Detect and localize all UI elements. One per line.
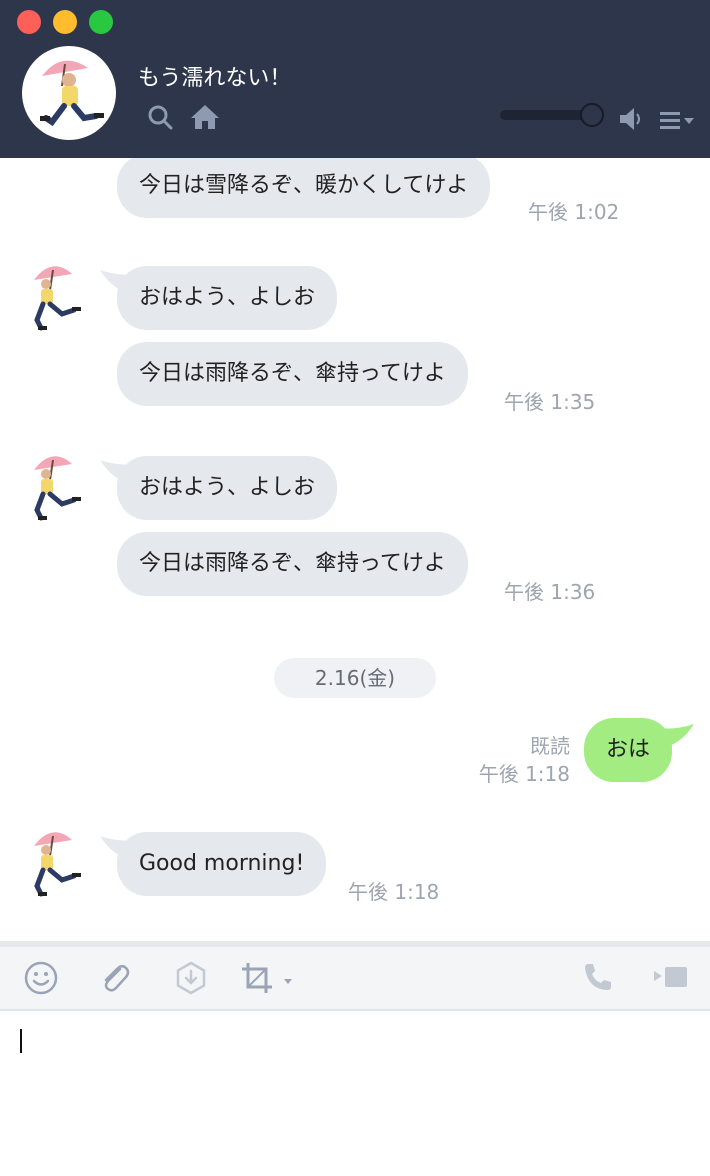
chat-title: もう濡れない！ bbox=[138, 66, 292, 91]
message-bubble: 今日は雨降るぞ、傘持ってけよ bbox=[117, 532, 468, 596]
chat-header: もう濡れない！ bbox=[0, 0, 710, 158]
message-timestamp: 午後 1:02 bbox=[528, 200, 620, 224]
crop-icon[interactable] bbox=[240, 961, 296, 995]
search-icon[interactable] bbox=[147, 104, 173, 130]
compose-toolbar bbox=[0, 947, 710, 1011]
message-timestamp: 午後 1:18 bbox=[478, 762, 570, 786]
umbrella-man-icon bbox=[40, 60, 104, 127]
message-input[interactable] bbox=[0, 1011, 710, 1176]
message-bubble: おはよう、よしお bbox=[117, 456, 338, 520]
message-list[interactable]: 今日は雪降るぞ、暖かくしてけよ 午後 1:02 おはよう、よしお 今日は雨降るぞ… bbox=[0, 158, 710, 941]
profile-avatar[interactable] bbox=[22, 46, 116, 140]
read-receipt: 既読 bbox=[530, 734, 570, 758]
home-icon[interactable] bbox=[190, 104, 220, 130]
maximize-window-button[interactable] bbox=[89, 10, 113, 34]
paperclip-icon[interactable] bbox=[98, 961, 132, 995]
message-bubble: おはよう、よしお bbox=[117, 266, 338, 330]
my-message-bubble: おは bbox=[584, 718, 673, 782]
sender-avatar[interactable] bbox=[28, 258, 88, 334]
minimize-window-button[interactable] bbox=[53, 10, 77, 34]
date-separator: 2.16(金) bbox=[274, 658, 436, 698]
phone-icon[interactable] bbox=[582, 961, 614, 993]
message-bubble: 今日は雨降るぞ、傘持ってけよ bbox=[117, 342, 468, 406]
text-cursor bbox=[20, 1029, 22, 1053]
download-icon[interactable] bbox=[174, 961, 208, 995]
volume-slider[interactable] bbox=[500, 110, 590, 120]
sender-avatar[interactable] bbox=[28, 448, 88, 524]
menu-icon[interactable] bbox=[658, 108, 696, 132]
sender-avatar[interactable] bbox=[28, 824, 88, 900]
video-icon[interactable] bbox=[652, 961, 690, 993]
close-window-button[interactable] bbox=[17, 10, 41, 34]
volume-slider-handle[interactable] bbox=[580, 103, 604, 127]
speaker-icon[interactable] bbox=[618, 106, 646, 132]
message-timestamp: 午後 1:18 bbox=[348, 880, 440, 904]
smiley-icon[interactable] bbox=[24, 961, 58, 995]
message-bubble: Good morning! bbox=[117, 832, 327, 896]
message-timestamp: 午後 1:36 bbox=[504, 580, 596, 604]
message-timestamp: 午後 1:35 bbox=[504, 390, 596, 414]
message-bubble: 今日は雪降るぞ、暖かくしてけよ bbox=[117, 158, 491, 218]
chat-window: もう濡れない！ 今日は雪降るぞ、暖かくしてけよ 午後 1:02 おはよう、よしお… bbox=[0, 0, 710, 1176]
